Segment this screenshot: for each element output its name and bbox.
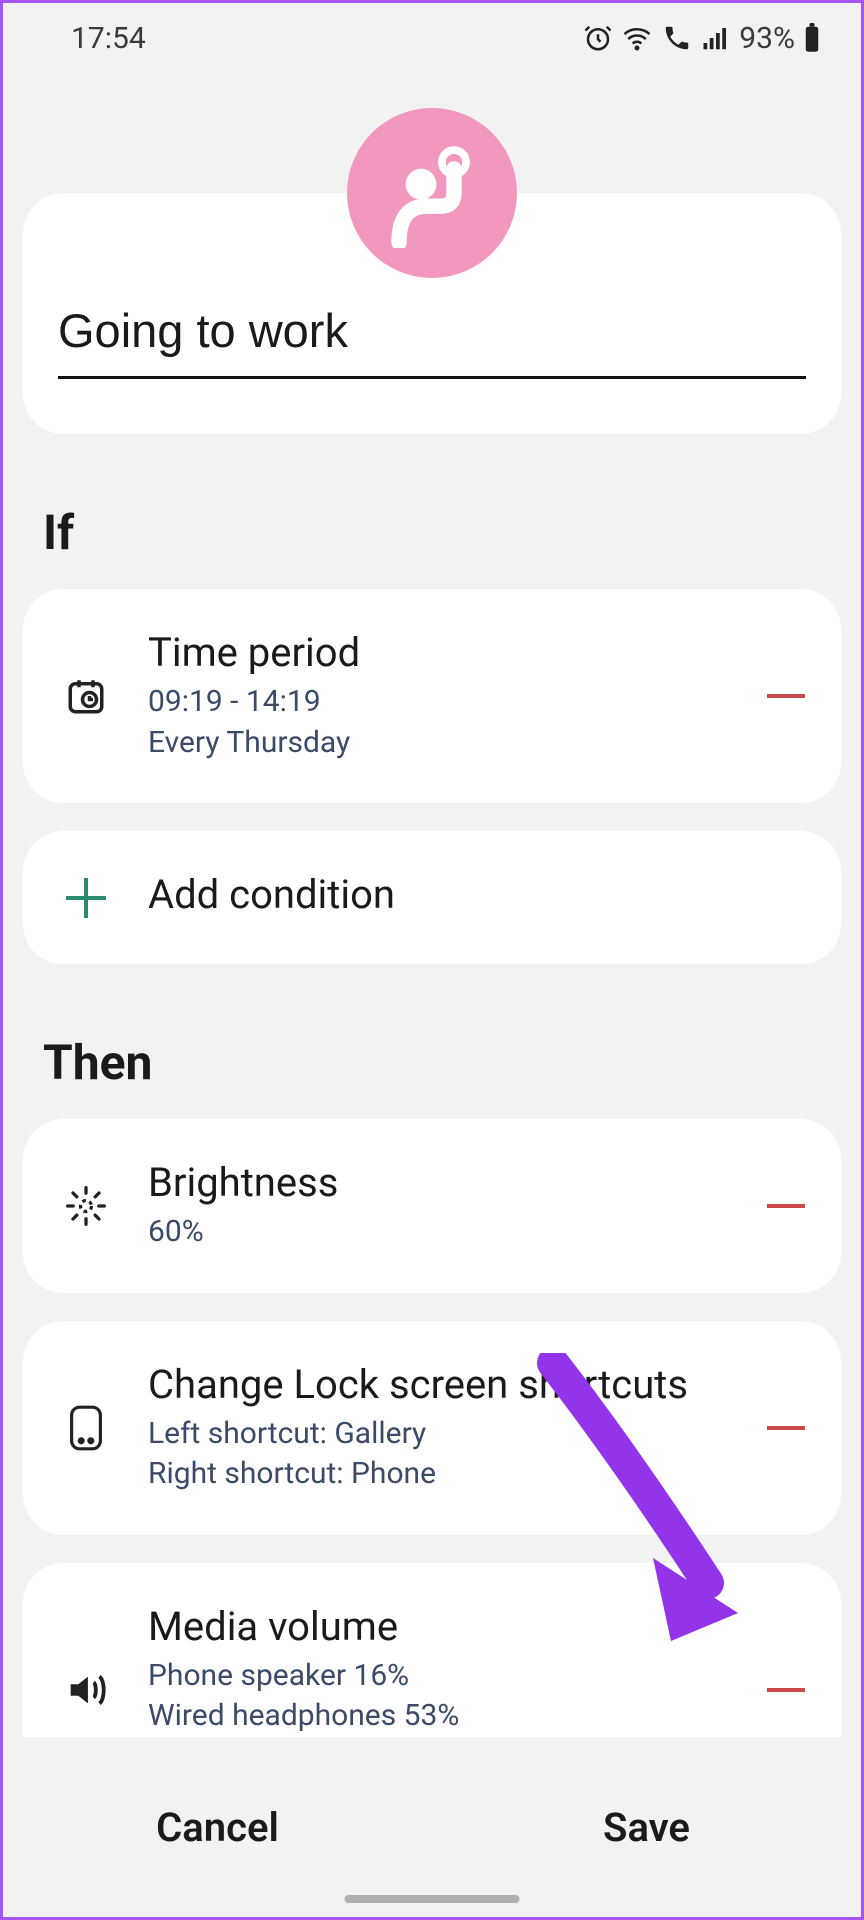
routine-title-input[interactable]: [58, 293, 806, 379]
condition-repeat: Every Thursday: [148, 723, 731, 764]
cancel-button[interactable]: Cancel: [3, 1737, 432, 1917]
battery-pct: 93%: [739, 21, 795, 56]
minus-icon: [767, 694, 805, 698]
remove-action-button[interactable]: [766, 1186, 806, 1226]
remove-action-button[interactable]: [766, 1408, 806, 1448]
add-condition-button[interactable]: Add condition: [23, 831, 841, 964]
if-condition-time-period[interactable]: Time period 09:19 - 14:19 Every Thursday: [23, 589, 841, 803]
status-icons: 93%: [583, 21, 821, 56]
gesture-nav-handle[interactable]: [345, 1895, 520, 1903]
status-bar: 17:54 93%: [3, 3, 861, 73]
then-action-brightness[interactable]: Brightness 60%: [23, 1119, 841, 1293]
call-icon: [661, 23, 693, 53]
routine-avatar[interactable]: [347, 108, 517, 278]
action-line2: Wired headphones 53%: [148, 1696, 731, 1737]
action-title: Media volume: [148, 1603, 731, 1650]
alarm-icon: [583, 23, 613, 53]
minus-icon: [767, 1204, 805, 1208]
routine-header-card: [23, 193, 841, 434]
brightness-icon: [64, 1184, 108, 1228]
cancel-label: Cancel: [156, 1804, 279, 1851]
condition-time: 09:19 - 14:19: [148, 682, 731, 723]
then-section-label: Then: [43, 1034, 821, 1091]
volume-icon: [63, 1667, 109, 1713]
calendar-clock-icon: [65, 675, 107, 717]
condition-title: Time period: [148, 629, 731, 676]
minus-icon: [767, 1688, 805, 1692]
action-line1: Left shortcut: Gallery: [148, 1414, 731, 1455]
action-title: Brightness: [148, 1159, 731, 1206]
action-line2: Right shortcut: Phone: [148, 1454, 731, 1495]
lockscreen-icon: [66, 1404, 106, 1452]
save-label: Save: [603, 1804, 690, 1851]
commuter-icon: [377, 138, 487, 248]
minus-icon: [767, 1426, 805, 1430]
plus-icon: [66, 878, 106, 918]
if-section-label: If: [43, 504, 821, 561]
remove-action-button[interactable]: [766, 1670, 806, 1710]
save-button[interactable]: Save: [432, 1737, 861, 1917]
battery-icon: [803, 23, 821, 53]
action-title: Change Lock screen shortcuts: [148, 1361, 731, 1408]
status-time: 17:54: [71, 21, 146, 56]
action-value: 60%: [148, 1212, 731, 1253]
then-action-lockscreen-shortcuts[interactable]: Change Lock screen shortcuts Left shortc…: [23, 1321, 841, 1535]
remove-condition-button[interactable]: [766, 676, 806, 716]
signal-icon: [701, 23, 731, 53]
wifi-icon: [621, 23, 653, 53]
action-line1: Phone speaker 16%: [148, 1656, 731, 1697]
bottom-action-bar: Cancel Save: [3, 1737, 861, 1917]
add-condition-label: Add condition: [148, 871, 806, 918]
